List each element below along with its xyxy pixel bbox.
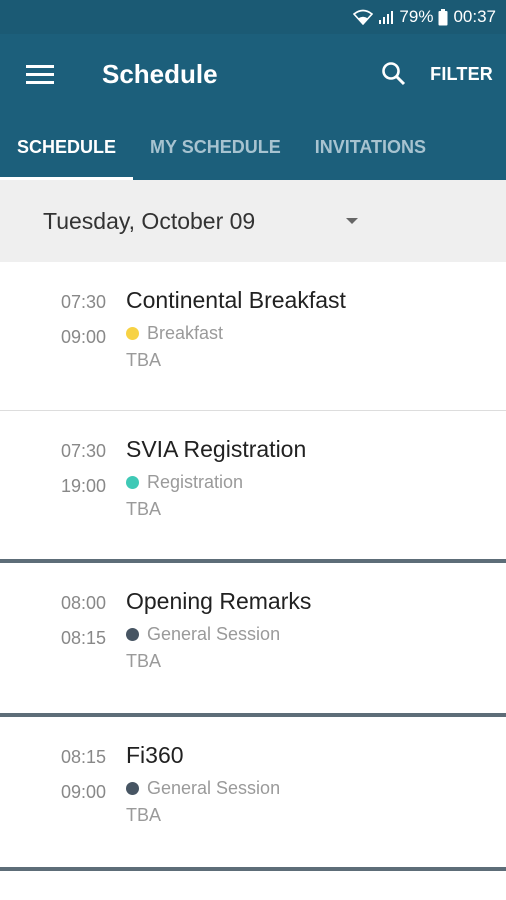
- event-row-opening-remarks[interactable]: 08:00 08:15 Opening Remarks General Sess…: [0, 563, 506, 713]
- event-location: TBA: [126, 651, 162, 671]
- event-category: Registration: [126, 472, 306, 493]
- tab-my-schedule[interactable]: MY SCHEDULE: [133, 114, 298, 180]
- event-end-time: 08:15: [60, 628, 106, 648]
- event-category-label: Registration: [147, 472, 244, 492]
- event-title: Fi360: [126, 742, 184, 768]
- event-times: 08:00 08:15: [0, 587, 106, 713]
- status-bar: 79% 00:37: [0, 0, 506, 34]
- selected-date: Tuesday, October 09: [43, 207, 256, 234]
- page-title: Schedule: [102, 58, 218, 89]
- event-end-time: 19:00: [60, 476, 106, 496]
- event-times: 08:15 09:00: [0, 741, 106, 867]
- event-start-time: 07:30: [60, 292, 106, 312]
- category-dot-icon: [126, 476, 139, 489]
- event-list: 07:30 09:00 Continental Breakfast Breakf…: [0, 262, 506, 871]
- event-start-time: 08:15: [60, 747, 106, 767]
- event-category: Breakfast: [126, 323, 346, 344]
- event-title: SVIA Registration: [126, 436, 307, 462]
- event-times: 07:30 19:00: [0, 435, 106, 559]
- signal-icon: [378, 9, 394, 25]
- tab-bar: SCHEDULE MY SCHEDULE INVITATIONS: [0, 114, 506, 180]
- event-info: SVIA Registration Registration TBA: [126, 435, 306, 559]
- event-category-label: General Session: [147, 778, 281, 798]
- tab-schedule[interactable]: SCHEDULE: [0, 114, 134, 180]
- event-category: General Session: [126, 624, 311, 645]
- event-row-svia-registration[interactable]: 07:30 19:00 SVIA Registration Registrati…: [0, 411, 506, 559]
- event-info: Opening Remarks General Session TBA: [126, 587, 311, 713]
- event-location: TBA: [126, 805, 162, 825]
- wifi-icon: [353, 9, 374, 25]
- event-end-time: 09:00: [60, 782, 106, 802]
- category-dot-icon: [126, 628, 139, 641]
- event-title: Continental Breakfast: [126, 287, 346, 313]
- search-button[interactable]: [370, 50, 418, 98]
- event-start-time: 08:00: [60, 593, 106, 613]
- event-end-time: 09:00: [60, 327, 106, 347]
- battery-percent: 79%: [399, 7, 434, 26]
- hamburger-menu-icon: [26, 65, 54, 84]
- search-icon: [382, 62, 406, 86]
- event-title: Opening Remarks: [126, 588, 312, 614]
- battery-icon: [438, 8, 448, 26]
- dropdown-arrow-icon: [346, 218, 358, 224]
- event-category-label: Breakfast: [147, 323, 224, 343]
- event-start-time: 07:30: [60, 441, 106, 461]
- event-category-label: General Session: [147, 624, 281, 644]
- category-dot-icon: [126, 782, 139, 795]
- event-times: 07:30 09:00: [0, 286, 106, 410]
- event-location: TBA: [126, 350, 162, 370]
- tab-invitations[interactable]: INVITATIONS: [298, 114, 443, 180]
- category-dot-icon: [126, 327, 139, 340]
- event-category: General Session: [126, 778, 280, 799]
- clock-time: 00:37: [453, 7, 496, 26]
- filter-button[interactable]: FILTER: [430, 64, 493, 85]
- event-info: Continental Breakfast Breakfast TBA: [126, 286, 346, 410]
- app-bar: Schedule FILTER: [0, 34, 506, 114]
- row-divider: [0, 867, 506, 871]
- event-info: Fi360 General Session TBA: [126, 741, 280, 867]
- date-selector[interactable]: Tuesday, October 09: [0, 180, 506, 262]
- menu-button[interactable]: [10, 44, 70, 104]
- event-row-fi360[interactable]: 08:15 09:00 Fi360 General Session TBA: [0, 717, 506, 867]
- event-location: TBA: [126, 499, 162, 519]
- event-row-continental-breakfast[interactable]: 07:30 09:00 Continental Breakfast Breakf…: [0, 262, 506, 410]
